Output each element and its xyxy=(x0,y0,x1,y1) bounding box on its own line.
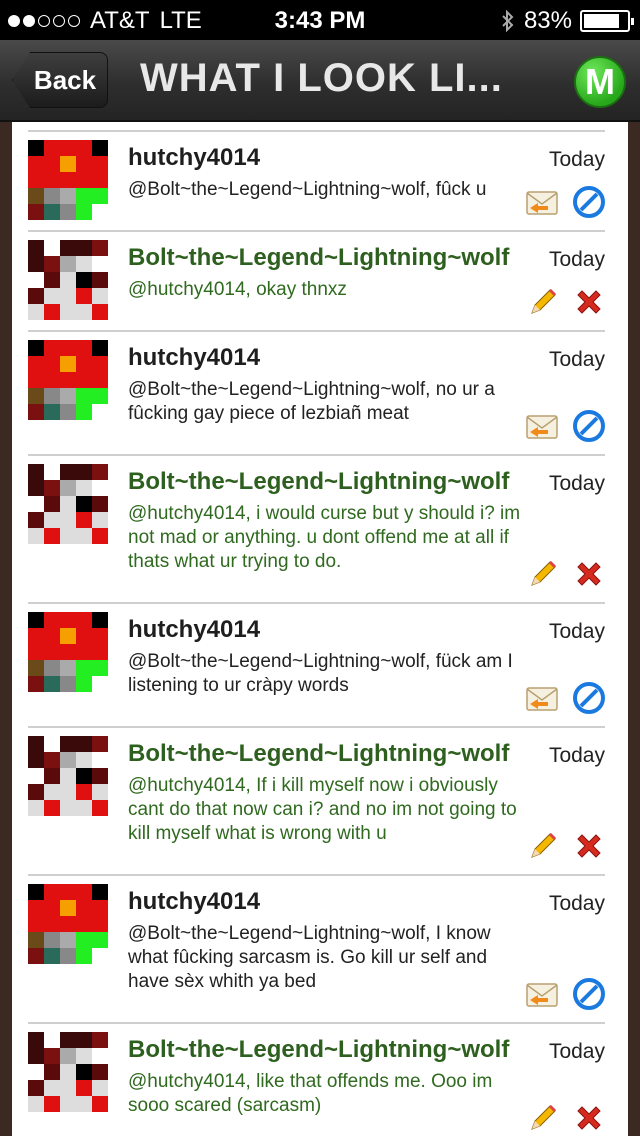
message-item: Bolt~the~Legend~Lightning~wolf Today @hutc… xyxy=(28,230,605,330)
avatar[interactable] xyxy=(28,612,108,692)
delete-button[interactable] xyxy=(573,832,605,864)
message-item: hutchy4014 Today @Bolt~the~Legend~Lightnin… xyxy=(28,130,605,230)
block-icon xyxy=(573,409,605,447)
avatar[interactable] xyxy=(28,240,108,320)
message-username[interactable]: hutchy4014 xyxy=(128,616,260,644)
edit-button[interactable] xyxy=(527,1104,559,1136)
message-actions xyxy=(526,681,605,719)
edit-button[interactable] xyxy=(527,288,559,320)
delete-x-icon xyxy=(573,830,605,867)
message-date: Today xyxy=(548,892,605,915)
status-right: 83% xyxy=(500,7,634,35)
message-date: Today xyxy=(548,744,605,767)
message-text: @Bolt~the~Legend~Lightning~wolf, I know … xyxy=(128,923,491,992)
block-button[interactable] xyxy=(573,681,605,719)
message-date: Today xyxy=(548,148,605,171)
message-item: Bolt~the~Legend~Lightning~wolf Today @hutc… xyxy=(28,1022,605,1136)
message-actions xyxy=(526,185,605,223)
mail-reply-icon xyxy=(526,187,560,222)
message-item: hutchy4014 Today @Bolt~the~Legend~Lightnin… xyxy=(28,330,605,454)
message-actions xyxy=(526,977,605,1015)
message-username[interactable]: Bolt~the~Legend~Lightning~wolf xyxy=(128,244,509,272)
message-username[interactable]: Bolt~the~Legend~Lightning~wolf xyxy=(128,468,509,496)
delete-x-icon xyxy=(573,558,605,595)
message-text: @hutchy4014, okay thnxz xyxy=(128,279,347,300)
back-button[interactable]: Back xyxy=(12,52,108,108)
reply-button[interactable] xyxy=(526,979,560,1014)
mail-reply-icon xyxy=(526,411,560,446)
avatar[interactable] xyxy=(28,736,108,816)
avatar[interactable] xyxy=(28,884,108,964)
delete-x-icon xyxy=(573,286,605,323)
message-actions xyxy=(527,1104,605,1136)
block-icon xyxy=(573,681,605,719)
pencil-icon xyxy=(528,1103,558,1136)
mail-reply-icon xyxy=(526,979,560,1014)
block-button[interactable] xyxy=(573,409,605,447)
message-text: @Bolt~the~Legend~Lightning~wolf, fûck u xyxy=(128,179,487,200)
block-button[interactable] xyxy=(573,185,605,223)
message-text: @hutchy4014, If i kill myself now i obvi… xyxy=(128,775,517,844)
status-bar: AT&T LTE 3:43 PM 83% xyxy=(0,0,640,40)
battery-percent: 83% xyxy=(523,7,572,34)
pencil-icon xyxy=(528,287,558,322)
delete-button[interactable] xyxy=(573,1104,605,1136)
message-actions xyxy=(527,288,605,320)
message-date: Today xyxy=(548,1040,605,1063)
delete-x-icon xyxy=(573,1102,605,1136)
message-text: @Bolt~the~Legend~Lightning~wolf, no ur a… xyxy=(128,379,495,424)
page-title: WHAT I LOOK LI... xyxy=(140,56,503,100)
message-username[interactable]: hutchy4014 xyxy=(128,344,260,372)
edit-button[interactable] xyxy=(527,560,559,592)
reply-button[interactable] xyxy=(526,683,560,718)
message-username[interactable]: hutchy4014 xyxy=(128,888,260,916)
message-text: @Bolt~the~Legend~Lightning~wolf, fück am… xyxy=(128,651,513,696)
block-icon xyxy=(573,185,605,223)
delete-button[interactable] xyxy=(573,560,605,592)
message-username[interactable]: hutchy4014 xyxy=(128,144,260,172)
battery-icon xyxy=(580,10,634,32)
message-item: Bolt~the~Legend~Lightning~wolf Today @hutc… xyxy=(28,454,605,602)
message-actions xyxy=(527,832,605,864)
message-actions xyxy=(527,560,605,592)
block-icon xyxy=(573,977,605,1015)
reply-button[interactable] xyxy=(526,187,560,222)
app-logo-button[interactable]: M xyxy=(574,56,626,108)
message-date: Today xyxy=(548,620,605,643)
avatar[interactable] xyxy=(28,140,108,220)
message-username[interactable]: Bolt~the~Legend~Lightning~wolf xyxy=(128,1036,509,1064)
message-text: @hutchy4014, like that offends me. Ooo i… xyxy=(128,1071,493,1116)
bluetooth-icon xyxy=(502,9,514,33)
message-date: Today xyxy=(548,248,605,271)
message-text: @hutchy4014, i would curse but y should … xyxy=(128,503,521,572)
nav-bar: Back WHAT I LOOK LI... M xyxy=(0,40,640,122)
avatar[interactable] xyxy=(28,464,108,544)
pencil-icon xyxy=(528,831,558,866)
block-button[interactable] xyxy=(573,977,605,1015)
message-actions xyxy=(526,409,605,447)
message-username[interactable]: Bolt~the~Legend~Lightning~wolf xyxy=(128,740,509,768)
delete-button[interactable] xyxy=(573,288,605,320)
message-item: hutchy4014 Today @Bolt~the~Legend~Lightnin… xyxy=(28,874,605,1022)
message-feed[interactable]: hutchy4014 Today @Bolt~the~Legend~Lightnin… xyxy=(12,122,628,1136)
avatar[interactable] xyxy=(28,340,108,420)
message-item: hutchy4014 Today @Bolt~the~Legend~Lightnin… xyxy=(28,602,605,726)
avatar[interactable] xyxy=(28,1032,108,1112)
message-item: Bolt~the~Legend~Lightning~wolf Today @hutc… xyxy=(28,726,605,874)
edit-button[interactable] xyxy=(527,832,559,864)
pencil-icon xyxy=(528,559,558,594)
message-date: Today xyxy=(548,472,605,495)
message-date: Today xyxy=(548,348,605,371)
mail-reply-icon xyxy=(526,683,560,718)
reply-button[interactable] xyxy=(526,411,560,446)
